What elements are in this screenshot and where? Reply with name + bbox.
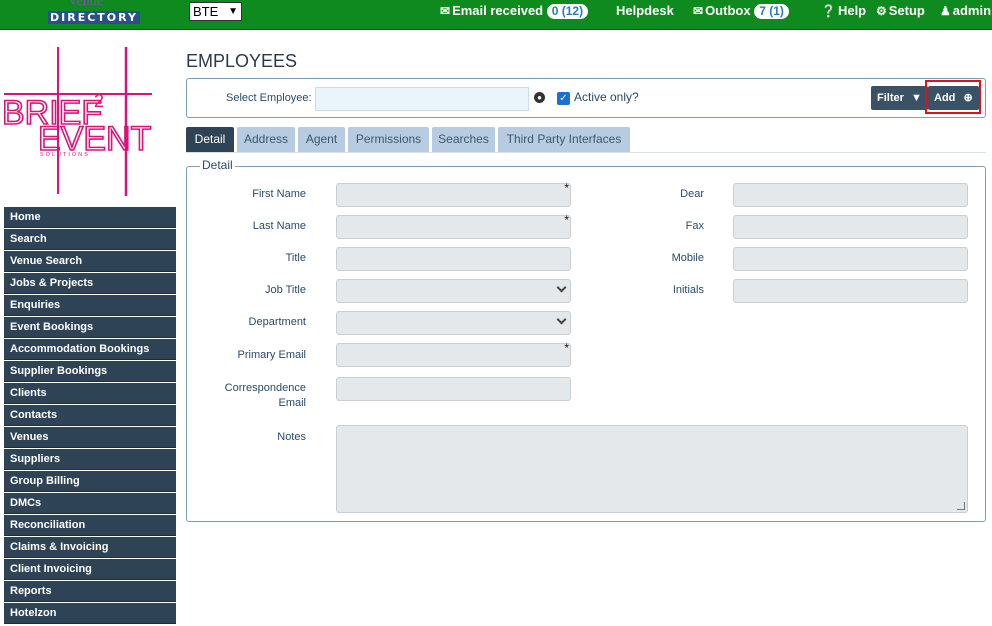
sidebar-item-hotelzon[interactable]: Hotelzon [4,603,176,624]
active-only-checkbox[interactable]: ✓ [557,92,570,105]
envelope-icon: ✉ [440,4,451,18]
setup-link[interactable]: ⚙ Setup [876,3,925,18]
primary-email-input[interactable]: * [336,341,571,367]
brand-sup: 2 [94,91,104,111]
brief2event-logo-graphic: BRIEF 2 EVENT SOLUTIONS [1,47,152,196]
fax-input[interactable] [733,215,968,239]
logo-directory-text: DIRECTORY [48,11,140,24]
filter-button-label: Filter [877,92,904,104]
question-circle-icon: ❔ [821,4,836,18]
dear-label: Dear [680,188,704,200]
brief2event-logo[interactable]: BRIEF 2 EVENT SOLUTIONS [0,44,160,200]
helpdesk-link[interactable]: Helpdesk [616,3,674,18]
chevron-down-icon [556,282,567,293]
sidebar-item-search[interactable]: Search [4,229,176,250]
sidebar-item-supplier-bookings[interactable]: Supplier Bookings [4,361,176,382]
venue-directory-logo[interactable]: Venue DIRECTORY [48,0,140,26]
correspondence-email-input[interactable] [336,377,571,401]
first-name-label: First Name [252,188,306,200]
required-marker: * [564,341,569,355]
notes-textarea[interactable] [336,425,968,513]
sidebar-item-dmcs[interactable]: DMCs [4,493,176,514]
title-label: Title [285,252,306,264]
select-employee-input[interactable] [315,87,529,111]
sidebar-item-venue-search[interactable]: Venue Search [4,251,176,272]
dear-input[interactable] [733,183,968,207]
resize-handle-icon[interactable] [957,502,965,510]
user-label: admin [952,3,992,18]
detail-legend: Detail [200,158,235,172]
user-icon: ♟ [940,4,951,18]
department-select[interactable] [336,311,571,335]
user-menu[interactable]: ♟ admin [940,3,991,18]
fax-label: Fax [685,220,704,232]
outbox-label: Outbox [705,3,751,18]
tab-agent[interactable]: Agent [298,127,345,152]
mobile-input[interactable] [733,247,968,271]
company-select[interactable]: BTE ▼ [189,2,242,21]
sidebar-item-jobs-projects[interactable]: Jobs & Projects [4,273,176,294]
email-received-link[interactable]: ✉ Email received 0 (12) [440,3,589,19]
filter-icon: ▼ [910,92,922,104]
required-marker: * [564,181,569,195]
company-select-value: BTE [193,4,219,19]
tab-detail[interactable]: Detail [186,127,234,152]
sidebar-item-reports[interactable]: Reports [4,581,176,602]
required-marker: * [564,213,569,227]
tab-searches[interactable]: Searches [432,127,495,152]
sidebar-item-reconciliation[interactable]: Reconciliation [4,515,176,536]
initials-label: Initials [672,284,704,296]
help-label: Help [837,3,867,18]
last-name-label: Last Name [252,220,306,232]
tab-underline [186,152,986,153]
sidebar-item-contacts[interactable]: Contacts [4,405,176,426]
brand-tagline: SOLUTIONS [40,152,90,158]
setup-label: Setup [888,3,925,18]
add-button-highlight [925,80,981,114]
sidebar-item-accommodation-bookings[interactable]: Accommodation Bookings [4,339,176,360]
sidebar-item-venues[interactable]: Venues [4,427,176,448]
help-link[interactable]: ❔ Help [821,3,866,18]
job-title-select[interactable] [336,279,571,303]
job-title-label: Job Title [265,284,306,296]
chevron-down-icon: ▼ [228,6,238,17]
sidebar-item-suppliers[interactable]: Suppliers [4,449,176,470]
select-employee-label: Select Employee: [226,92,312,104]
initials-input[interactable] [733,279,968,303]
employee-select-bar: Select Employee: ● ✓ Active only? [186,78,986,118]
sidebar-item-group-billing[interactable]: Group Billing [4,471,176,492]
tab-address[interactable]: Address [237,127,295,152]
sidebar-nav: Home Search Venue Search Jobs & Projects… [4,207,176,625]
logo-venue-text: Venue [68,0,103,9]
tab-permissions[interactable]: Permissions [348,127,429,152]
email-received-badge: 0 (12) [546,4,589,19]
envelope-icon: ✉ [693,4,704,18]
correspondence-email-label-line1: Correspondence [224,382,306,394]
department-label: Department [248,316,306,328]
filter-button[interactable]: Filter ▼ [871,86,928,110]
globe-icon[interactable]: ● [534,92,545,103]
outbox-badge: 7 (1) [754,4,789,19]
notes-label: Notes [277,431,306,443]
page-title: EMPLOYEES [186,51,298,71]
sidebar-item-client-invoicing[interactable]: Client Invoicing [4,559,176,580]
email-received-label: Email received [452,3,544,18]
title-input[interactable] [336,247,571,271]
sidebar-item-home[interactable]: Home [4,207,176,228]
sidebar-item-claims-invoicing[interactable]: Claims & Invoicing [4,537,176,558]
sidebar-item-enquiries[interactable]: Enquiries [4,295,176,316]
sidebar-item-event-bookings[interactable]: Event Bookings [4,317,176,338]
mobile-label: Mobile [671,252,704,264]
first-name-input[interactable]: * [336,181,571,207]
tab-third-party-interfaces[interactable]: Third Party Interfaces [498,127,630,152]
gear-icon: ⚙ [876,4,887,18]
chevron-down-icon [556,314,567,325]
outbox-link[interactable]: ✉ Outbox 7 (1) [693,3,789,19]
primary-email-label: Primary Email [237,349,306,361]
active-only-label[interactable]: Active only? [574,90,639,104]
top-bar: Venue DIRECTORY BTE ▼ ✉ Email received 0 … [0,0,992,30]
correspondence-email-label-line2: Email [278,397,306,409]
last-name-input[interactable]: * [336,213,571,239]
sidebar-item-clients[interactable]: Clients [4,383,176,404]
